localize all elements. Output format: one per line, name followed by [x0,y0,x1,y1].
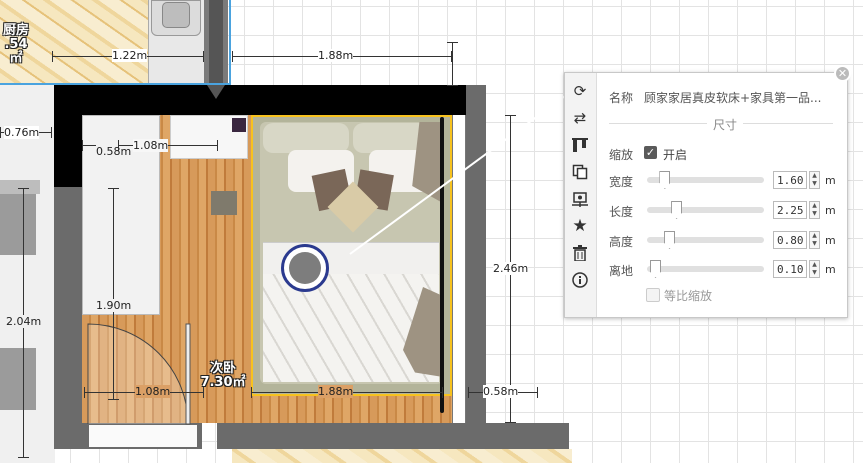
bed-rotate-bar[interactable] [440,117,444,413]
bed-move-handle[interactable] [281,244,329,292]
dim-left-height-label: 2.04m [6,315,42,328]
proportional-label: 等比缩放 [664,289,713,303]
length-slider-thumb[interactable] [671,201,683,219]
bottom-floor-strip [232,449,572,463]
width-stepper[interactable]: ▲ ▼ [809,171,820,189]
width-input[interactable]: 1.60 [773,171,807,189]
floor-rug-small [211,191,237,215]
length-unit: m [825,204,836,217]
furniture-property-panel: ⟳ ⇄ ★ 名称 顾家家居真皮软床+家具第一品... 尺寸 缩放 ✓ 开启 宽度… [564,72,848,318]
elevation-input[interactable]: 0.10 [773,260,807,278]
dim-kitchen-width-label: 1.22m [112,49,148,62]
proportional-checkbox[interactable] [646,288,660,302]
name-value: 顾家家居真皮软床+家具第一品... [644,91,822,105]
delete-icon[interactable] [569,243,591,263]
dim-right-height-label: 2.46m [493,262,529,275]
door-swing [87,323,191,425]
desk-item [232,118,246,132]
close-icon[interactable]: ✕ [834,65,851,82]
kitchen-right-floor [231,0,241,85]
elevation-slider-thumb[interactable] [650,260,662,278]
length-stepper[interactable]: ▲ ▼ [809,201,820,219]
height-stepper[interactable]: ▲ ▼ [809,231,820,249]
bedroom-left-wall-top [54,115,82,187]
bed-headboard-left [263,123,349,153]
length-slider[interactable] [647,201,764,219]
name-label: 名称 [609,91,634,105]
copy-icon[interactable] [569,162,591,182]
elevation-label: 离地 [609,264,634,278]
left-furniture-3 [0,180,40,194]
height-unit: m [825,234,836,247]
bedroom-right-wall [452,115,466,423]
center-icon[interactable] [569,189,591,209]
dim-right-gap-label: 0.58m [483,385,519,398]
section-title: 尺寸 [707,116,744,133]
panel-toolbar: ⟳ ⇄ ★ [565,73,597,317]
height-slider[interactable] [647,231,764,249]
width-slider-thumb[interactable] [659,171,671,189]
info-icon[interactable] [569,270,591,290]
height-label: 高度 [609,235,634,249]
dim-door-width-label: 1.08m [135,385,171,398]
kitchen-label: 厨房 .54㎡ [2,23,29,66]
dim-top-width-label: 1.88m [318,49,354,62]
align-icon[interactable] [569,135,591,155]
elevation-stepper[interactable]: ▲ ▼ [809,260,820,278]
kitchen-outline [0,0,231,85]
flip-icon[interactable]: ⇄ [569,108,591,128]
dim-top-extension [447,42,458,86]
elevation-slider[interactable] [647,260,764,278]
scale-checkbox[interactable]: ✓ [644,146,657,159]
dim-room-height-label: 1.90m [96,299,132,312]
bedroom-label: 次卧 7.30㎡ [200,361,246,390]
bed-selection[interactable] [251,115,452,396]
scale-label: 缩放 [609,148,634,162]
bedroom-right-outer-wall [466,85,486,423]
length-input[interactable]: 2.25 [773,201,807,219]
dim-closet-width-label: 1.08m [133,139,169,152]
dim-left-small-label: 0.76m [4,126,40,139]
favorite-icon[interactable]: ★ [569,216,591,236]
width-slider[interactable] [647,171,764,189]
left-furniture-1 [0,193,36,255]
bedroom-top-wall [54,85,486,115]
dim-bed-width-label: 1.88m [318,385,354,398]
move-handle-center [289,252,321,284]
dim-closet-depth-label: 0.58m [96,145,132,158]
width-unit: m [825,174,836,187]
elevation-unit: m [825,263,836,276]
height-slider-thumb[interactable] [664,231,676,249]
dim-room-height [108,188,119,400]
length-label: 长度 [609,205,634,219]
scale-checkbox-label: 开启 [663,148,688,162]
bedroom-bottom-wall-right [217,423,569,449]
rotate-icon[interactable]: ⟳ [569,81,591,101]
left-furniture-2 [0,348,36,410]
width-label: 宽度 [609,175,634,189]
height-input[interactable]: 0.80 [773,231,807,249]
door-opening [89,425,197,447]
